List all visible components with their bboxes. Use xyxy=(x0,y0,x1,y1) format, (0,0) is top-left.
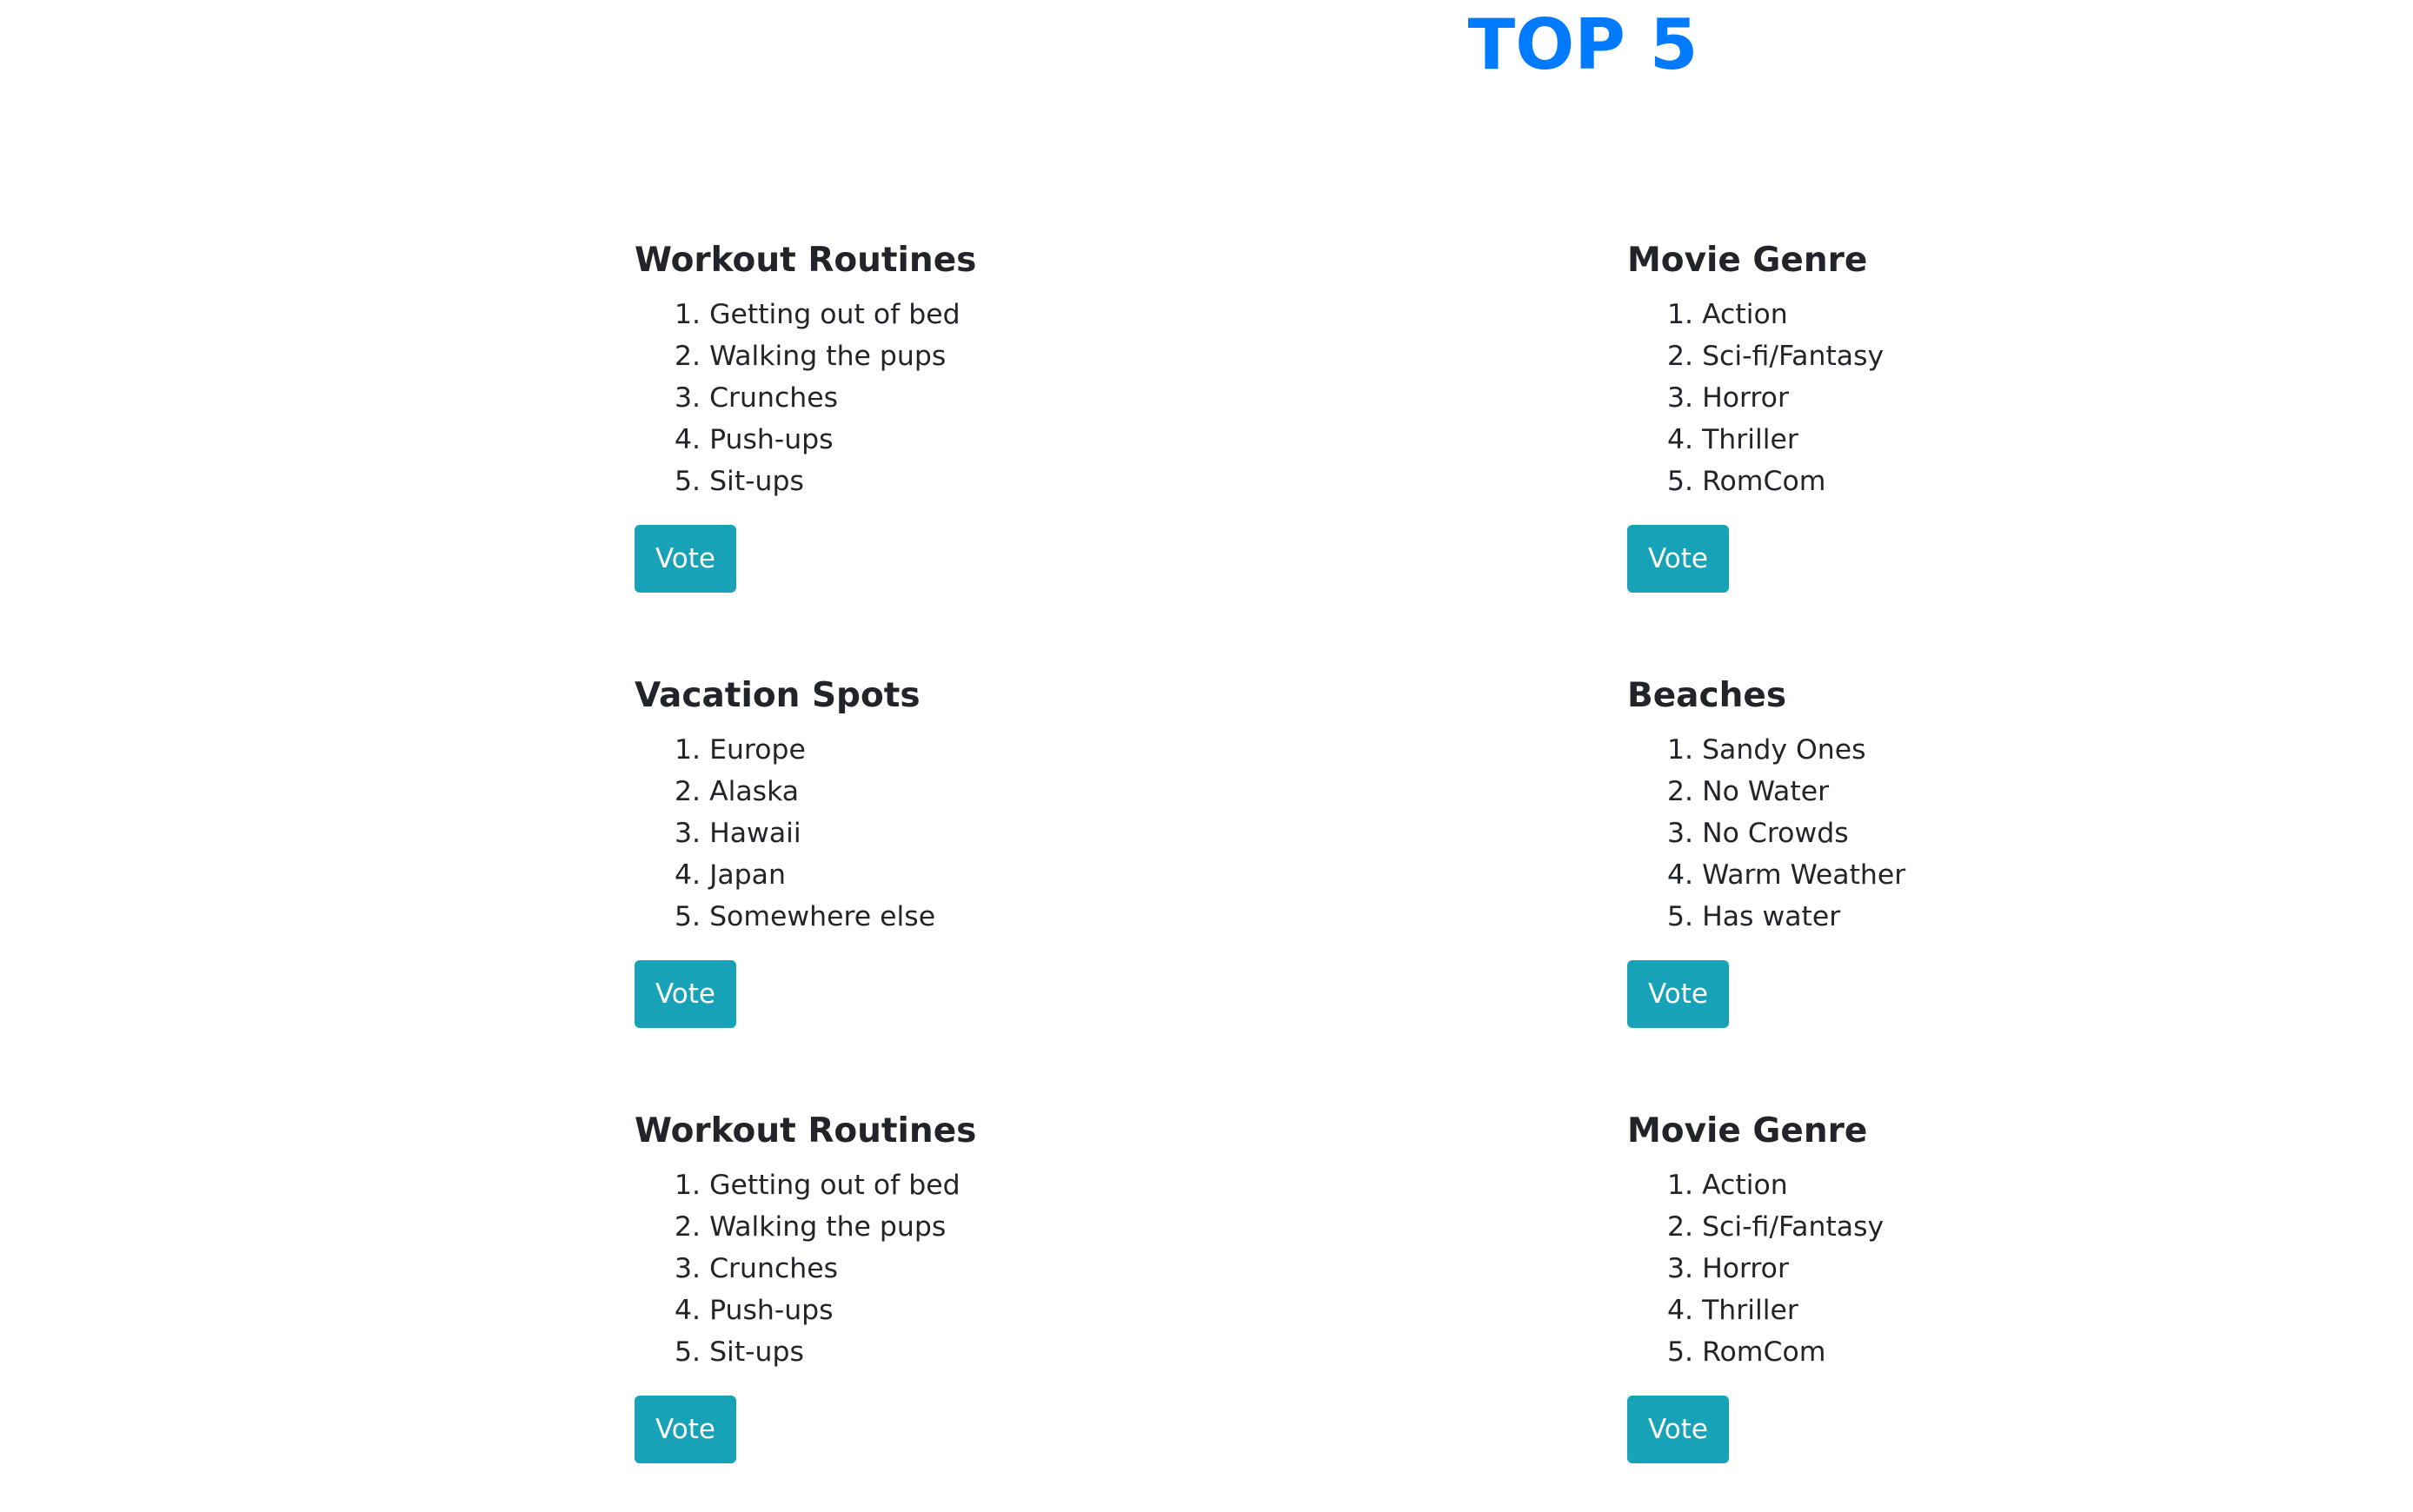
list-item: 5. Somewhere else xyxy=(675,901,936,932)
card-title: Movie Genre xyxy=(1627,1111,1868,1151)
list-item: 4. Thriller xyxy=(1667,1295,1798,1326)
list-item: 3. Crunches xyxy=(675,1253,839,1284)
vote-button[interactable]: Vote xyxy=(1627,1396,1729,1463)
list-item: 1. Europe xyxy=(675,734,806,766)
list-item: 5. RomCom xyxy=(1667,466,1826,497)
list-item: 5. Sit-ups xyxy=(675,1336,804,1368)
ranked-list: 1. Action 2. Sci-fi/Fantasy 3. Horror 4.… xyxy=(1627,1164,2410,1373)
list-item: 4. Thriller xyxy=(1667,424,1798,455)
card-movie-genre: Movie Genre 1. Action 2. Sci-fi/Fantasy … xyxy=(1627,238,2410,593)
list-item: 3. Crunches xyxy=(675,382,839,414)
card-workout-routines: Workout Routines 1. Getting out of bed 2… xyxy=(635,1109,1417,1463)
list-item: 2. Alaska xyxy=(675,776,800,807)
list-item: 2. No Water xyxy=(1667,776,1830,807)
list-item: 4. Warm Weather xyxy=(1667,859,1906,891)
ranked-list: 1. Action 2. Sci-fi/Fantasy 3. Horror 4.… xyxy=(1627,294,2410,502)
card-title: Movie Genre xyxy=(1627,241,1868,280)
card-vacation-spots: Vacation Spots 1. Europe 2. Alaska 3. Ha… xyxy=(635,673,1417,1028)
vote-button[interactable]: Vote xyxy=(1627,525,1729,593)
vote-button[interactable]: Vote xyxy=(635,1396,736,1463)
ranked-list: 1. Getting out of bed 2. Walking the pup… xyxy=(635,294,1417,502)
card-title: Beaches xyxy=(1627,676,1787,715)
card-workout-routines: Workout Routines 1. Getting out of bed 2… xyxy=(635,238,1417,593)
ranked-list: 1. Getting out of bed 2. Walking the pup… xyxy=(635,1164,1417,1373)
card-title: Workout Routines xyxy=(635,241,977,280)
ranked-list: 1. Sandy Ones 2. No Water 3. No Crowds 4… xyxy=(1627,729,2410,938)
card-title: Workout Routines xyxy=(635,1111,977,1151)
list-item: 3. Horror xyxy=(1667,1253,1789,1284)
list-item: 3. Horror xyxy=(1667,382,1789,414)
list-item: 2. Sci-fi/Fantasy xyxy=(1667,1211,1885,1243)
list-item: 4. Push-ups xyxy=(675,424,834,455)
ranked-list: 1. Europe 2. Alaska 3. Hawaii 4. Japan 5… xyxy=(635,729,1417,938)
list-item: 5. Sit-ups xyxy=(675,466,804,497)
list-item: 1. Getting out of bed xyxy=(675,1170,961,1201)
list-item: 5. RomCom xyxy=(1667,1336,1826,1368)
card-title: Vacation Spots xyxy=(635,676,921,715)
list-item: 1. Action xyxy=(1667,299,1788,330)
vote-button[interactable]: Vote xyxy=(635,960,736,1028)
list-item: 1. Action xyxy=(1667,1170,1788,1201)
card-movie-genre: Movie Genre 1. Action 2. Sci-fi/Fantasy … xyxy=(1627,1109,2410,1463)
list-item: 4. Japan xyxy=(675,859,786,891)
list-item: 1. Getting out of bed xyxy=(675,299,961,330)
vote-button[interactable]: Vote xyxy=(635,525,736,593)
list-item: 2. Sci-fi/Fantasy xyxy=(1667,341,1885,372)
list-item: 4. Push-ups xyxy=(675,1295,834,1326)
list-item: 2. Walking the pups xyxy=(675,341,947,372)
list-item: 1. Sandy Ones xyxy=(1667,734,1866,766)
card-beaches: Beaches 1. Sandy Ones 2. No Water 3. No … xyxy=(1627,673,2410,1028)
list-item: 5. Has water xyxy=(1667,901,1841,932)
vote-button[interactable]: Vote xyxy=(1627,960,1729,1028)
list-item: 3. No Crowds xyxy=(1667,818,1849,849)
list-item: 2. Walking the pups xyxy=(675,1211,947,1243)
page-title: TOP 5 xyxy=(1467,4,1698,85)
list-item: 3. Hawaii xyxy=(675,818,801,849)
